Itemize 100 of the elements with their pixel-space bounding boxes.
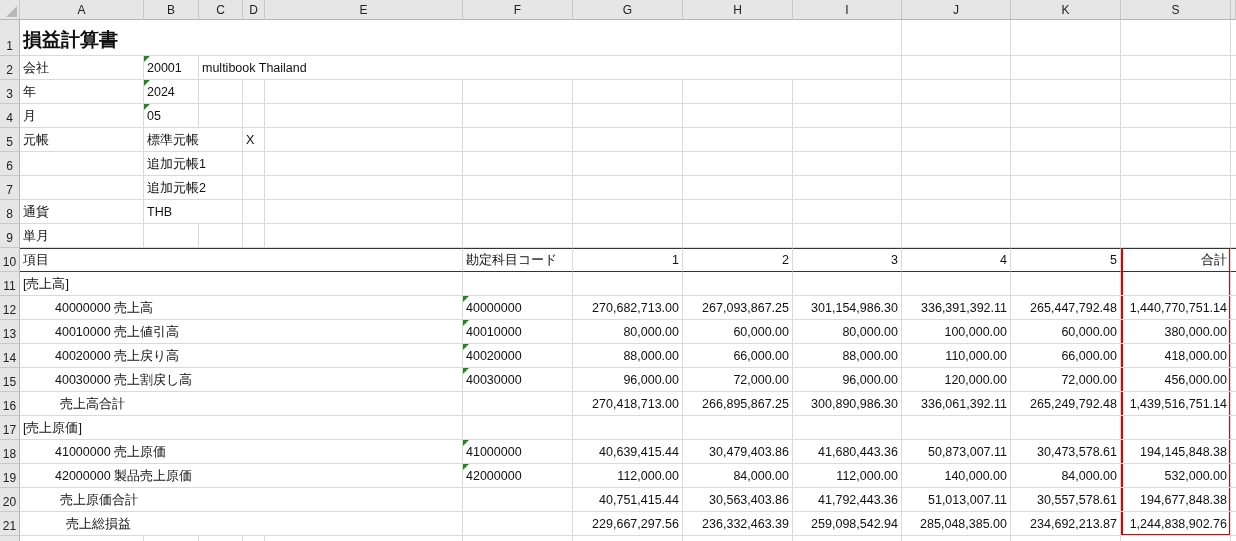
- amount-cell: 270,418,713.00: [592, 397, 679, 412]
- account-name: 41000000 売上原価: [55, 445, 167, 460]
- amount-cell: 266,895,867.25: [702, 397, 789, 412]
- column-heading[interactable]: D: [243, 0, 265, 20]
- total-cell: 194,145,848.38: [1140, 445, 1227, 460]
- field-value: X: [246, 133, 255, 148]
- column-header: 合計: [1201, 253, 1227, 268]
- amount-cell: 72,000.00: [1061, 373, 1117, 388]
- row-heading[interactable]: 9: [0, 224, 20, 248]
- account-code: 41000000: [466, 445, 522, 460]
- column-heading[interactable]: H: [683, 0, 793, 20]
- row-heading[interactable]: 10: [0, 248, 20, 272]
- column-heading[interactable]: G: [573, 0, 683, 20]
- row-heading[interactable]: 13: [0, 320, 20, 344]
- column-heading[interactable]: I: [793, 0, 902, 20]
- account-code: 40000000: [466, 301, 522, 316]
- account-code: 40020000: [466, 349, 522, 364]
- column-heading[interactable]: J: [902, 0, 1011, 20]
- field-value: 標準元帳: [147, 133, 199, 148]
- amount-cell: 66,000.00: [733, 349, 789, 364]
- amount-cell: 140,000.00: [944, 469, 1007, 484]
- column-header: 3: [891, 253, 898, 268]
- account-name: 40030000 売上割戻し高: [55, 373, 193, 388]
- amount-cell: 301,154,986.30: [811, 301, 898, 316]
- column-heading[interactable]: C: [199, 0, 243, 20]
- column-header: 2: [782, 253, 789, 268]
- amount-cell: 234,692,213.87: [1030, 517, 1117, 532]
- field-label: 年: [23, 85, 36, 100]
- field-label: 通貨: [23, 205, 49, 220]
- row-heading[interactable]: 12: [0, 296, 20, 320]
- amount-cell: 267,093,867.25: [702, 301, 789, 316]
- field-value: 追加元帳1: [147, 157, 206, 172]
- account-code: 40030000: [466, 373, 522, 388]
- row-heading[interactable]: 15: [0, 368, 20, 392]
- amount-cell: 336,061,392.11: [921, 397, 1007, 412]
- row-heading[interactable]: 8: [0, 200, 20, 224]
- amount-cell: 265,249,792.48: [1030, 397, 1117, 412]
- row-heading[interactable]: 5: [0, 128, 20, 152]
- amount-cell: 66,000.00: [1061, 349, 1117, 364]
- row-heading[interactable]: 1: [0, 20, 20, 56]
- row-heading[interactable]: 14: [0, 344, 20, 368]
- field-label: 単月: [23, 229, 49, 244]
- amount-cell: 236,332,463.39: [702, 517, 789, 532]
- amount-cell: 80,000.00: [623, 325, 679, 340]
- amount-cell: 60,000.00: [1061, 325, 1117, 340]
- amount-cell: 270,682,713.00: [592, 301, 679, 316]
- amount-cell: 285,048,385.00: [920, 517, 1007, 532]
- row-heading[interactable]: 20: [0, 488, 20, 512]
- amount-cell: 30,473,578.61: [1037, 445, 1117, 460]
- amount-cell: 60,000.00: [733, 325, 789, 340]
- amount-cell: 51,013,007.11: [928, 493, 1007, 508]
- account-name: 売上原価合計: [60, 493, 138, 508]
- row-heading[interactable]: 16: [0, 392, 20, 416]
- row-heading[interactable]: 11: [0, 272, 20, 296]
- total-cell: 1,440,770,751.14: [1129, 301, 1227, 316]
- total-cell: 418,000.00: [1164, 349, 1227, 364]
- amount-cell: 100,000.00: [944, 325, 1007, 340]
- column-heading[interactable]: K: [1011, 0, 1121, 20]
- row-heading[interactable]: 17: [0, 416, 20, 440]
- column-header: 1: [672, 253, 679, 268]
- amount-cell: 40,639,415.44: [599, 445, 679, 460]
- row-heading[interactable]: 3: [0, 80, 20, 104]
- amount-cell: 112,000.00: [836, 469, 898, 484]
- field-value: 05: [147, 109, 161, 124]
- amount-cell: 30,557,578.61: [1037, 493, 1117, 508]
- row-heading[interactable]: 19: [0, 464, 20, 488]
- row-heading[interactable]: 18: [0, 440, 20, 464]
- amount-cell: 300,890,986.30: [811, 397, 898, 412]
- empty-cell[interactable]: [1231, 248, 1236, 272]
- section-heading: [売上高]: [23, 277, 69, 292]
- amount-cell: 84,000.00: [733, 469, 789, 484]
- company-name: multibook Thailand: [202, 61, 307, 76]
- column-header: 項目: [23, 253, 49, 268]
- amount-cell: 30,563,403.86: [709, 493, 789, 508]
- column-header: 勘定科目コード: [466, 253, 557, 268]
- row-heading[interactable]: 4: [0, 104, 20, 128]
- column-heading[interactable]: [1231, 0, 1236, 20]
- row-heading[interactable]: 7: [0, 176, 20, 200]
- account-name: 40020000 売上戻り高: [55, 349, 180, 364]
- amount-cell: 40,751,415.44: [599, 493, 679, 508]
- amount-cell: 88,000.00: [842, 349, 898, 364]
- row-heading[interactable]: 21: [0, 512, 20, 536]
- amount-cell: 80,000.00: [842, 325, 898, 340]
- column-heading[interactable]: B: [144, 0, 199, 20]
- field-value: 20001: [147, 61, 182, 76]
- amount-cell: 120,000.00: [944, 373, 1007, 388]
- amount-cell: 41,792,443.36: [818, 493, 898, 508]
- amount-cell: 96,000.00: [842, 373, 898, 388]
- column-heading[interactable]: F: [463, 0, 573, 20]
- amount-cell: 41,680,443.36: [818, 445, 898, 460]
- column-heading[interactable]: A: [20, 0, 144, 20]
- column-heading[interactable]: S: [1121, 0, 1231, 20]
- total-cell: 380,000.00: [1164, 325, 1227, 340]
- total-cell: 1,244,838,902.76: [1129, 517, 1227, 532]
- row-heading[interactable]: 6: [0, 152, 20, 176]
- field-value: 追加元帳2: [147, 181, 206, 196]
- column-heading[interactable]: E: [265, 0, 463, 20]
- row-heading[interactable]: 2: [0, 56, 20, 80]
- column-header: 5: [1110, 253, 1117, 268]
- field-label: 会社: [23, 61, 49, 76]
